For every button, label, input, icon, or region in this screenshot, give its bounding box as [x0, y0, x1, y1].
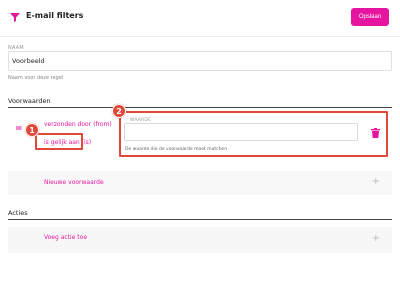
annotation-badge-2: 2 [112, 104, 126, 118]
conditions-title: Voorwaarden [8, 97, 51, 105]
highlight-box-operator [35, 133, 83, 150]
page-title: E-mail filters [26, 11, 84, 20]
add-condition-row[interactable]: Nieuwe voorwaarde + [8, 171, 392, 195]
name-input-value: Voorbeeld [12, 57, 45, 65]
add-action-plus-icon[interactable]: + [372, 233, 380, 244]
add-condition-plus-icon[interactable]: + [372, 176, 380, 187]
name-input[interactable]: Voorbeeld [8, 51, 392, 71]
conditions-divider [8, 107, 392, 108]
add-action-label[interactable]: Voeg actie toe [44, 234, 87, 241]
filter-icon [10, 13, 20, 22]
annotation-badge-1: 1 [25, 123, 39, 137]
header-bar: E-mail filters Opslaan [0, 0, 400, 37]
condition-field[interactable]: verzonden door (from) [44, 121, 112, 128]
actions-divider [8, 219, 392, 220]
save-button[interactable]: Opslaan [351, 8, 389, 26]
actions-title: Acties [8, 209, 28, 217]
add-condition-label[interactable]: Nieuwe voorwaarde [44, 179, 104, 186]
name-help-text: Naam voor deze regel [8, 75, 64, 81]
add-action-row[interactable]: Voeg actie toe + [8, 227, 392, 253]
highlight-box-value [119, 111, 388, 157]
condition-handle-icon[interactable]: = [15, 124, 23, 134]
